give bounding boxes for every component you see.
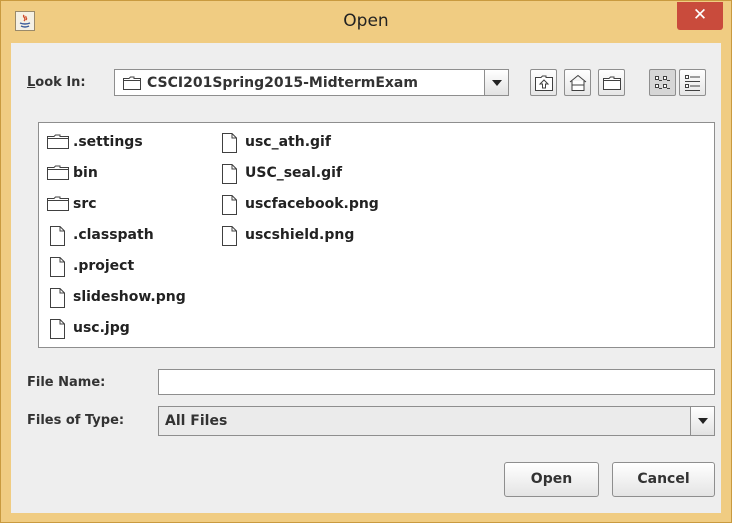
folder-icon: [47, 196, 69, 211]
look-in-value: CSCI201Spring2015-MidtermExam: [147, 75, 418, 91]
file-name: usc_ath.gif: [245, 134, 331, 150]
open-button[interactable]: Open: [504, 462, 599, 497]
home-icon: [569, 74, 587, 91]
file-item[interactable]: .classpath: [47, 223, 212, 249]
look-in-combo[interactable]: CSCI201Spring2015-MidtermExam: [114, 69, 509, 96]
file-name: slideshow.png: [73, 289, 186, 305]
new-folder-icon: [603, 76, 621, 90]
file-name: .project: [73, 258, 135, 274]
list-view-button[interactable]: [649, 69, 676, 96]
file-icon: [222, 133, 237, 153]
folder-icon: [47, 165, 69, 180]
folder-item[interactable]: .settings: [47, 130, 212, 156]
look-in-label: Look In:: [27, 75, 86, 90]
files-of-type-combo[interactable]: All Files: [158, 406, 715, 436]
open-dialog: Open ✕ Look In: CSCI201Spring2015-Midter…: [0, 0, 732, 523]
files-of-type-dropdown-button[interactable]: [690, 407, 714, 435]
files-of-type-value: All Files: [165, 413, 228, 429]
list-view-icon: [655, 76, 670, 89]
details-view-icon: [685, 75, 700, 91]
file-name: USC_seal.gif: [245, 165, 343, 181]
file-icon: [222, 226, 237, 246]
file-item[interactable]: usc_ath.gif: [219, 130, 384, 156]
file-list[interactable]: .settings bin src .classpath .project slidesh…: [38, 122, 715, 348]
file-name: bin: [73, 165, 98, 181]
close-button[interactable]: ✕: [677, 2, 723, 30]
file-item[interactable]: uscfacebook.png: [219, 192, 384, 218]
dialog-title: Open: [343, 11, 389, 31]
details-view-button[interactable]: [679, 69, 706, 96]
file-name: .settings: [73, 134, 143, 150]
look-in-dropdown-button[interactable]: [484, 70, 508, 95]
new-folder-button[interactable]: [598, 69, 625, 96]
file-name-input[interactable]: [158, 369, 715, 395]
file-icon: [50, 257, 65, 277]
files-of-type-label: Files of Type:: [27, 413, 125, 428]
up-one-level-icon: [535, 75, 553, 91]
file-item[interactable]: uscshield.png: [219, 223, 384, 249]
file-name: src: [73, 196, 97, 212]
chevron-down-icon: [492, 79, 502, 86]
folder-item[interactable]: src: [47, 192, 212, 218]
home-button[interactable]: [564, 69, 591, 96]
up-one-level-button[interactable]: [530, 69, 557, 96]
file-item[interactable]: .project: [47, 254, 212, 280]
file-icon: [222, 195, 237, 215]
folder-icon: [47, 134, 69, 149]
file-icon: [50, 288, 65, 308]
file-item[interactable]: slideshow.png: [47, 285, 212, 311]
file-name: uscshield.png: [245, 227, 355, 243]
dialog-content: Look In: CSCI201Spring2015-MidtermExam .…: [11, 43, 721, 513]
file-name: usc.jpg: [73, 320, 130, 336]
cancel-button[interactable]: Cancel: [612, 462, 715, 497]
file-name: .classpath: [73, 227, 154, 243]
file-item[interactable]: USC_seal.gif: [219, 161, 384, 187]
file-name: uscfacebook.png: [245, 196, 379, 212]
file-name-label: File Name:: [27, 375, 106, 390]
file-item[interactable]: usc.jpg: [47, 316, 212, 342]
title-bar[interactable]: Open ✕: [1, 1, 731, 43]
folder-item[interactable]: bin: [47, 161, 212, 187]
chevron-down-icon: [698, 418, 708, 424]
file-icon: [50, 319, 65, 339]
file-icon: [222, 164, 237, 184]
file-icon: [50, 226, 65, 246]
folder-icon: [123, 76, 141, 90]
